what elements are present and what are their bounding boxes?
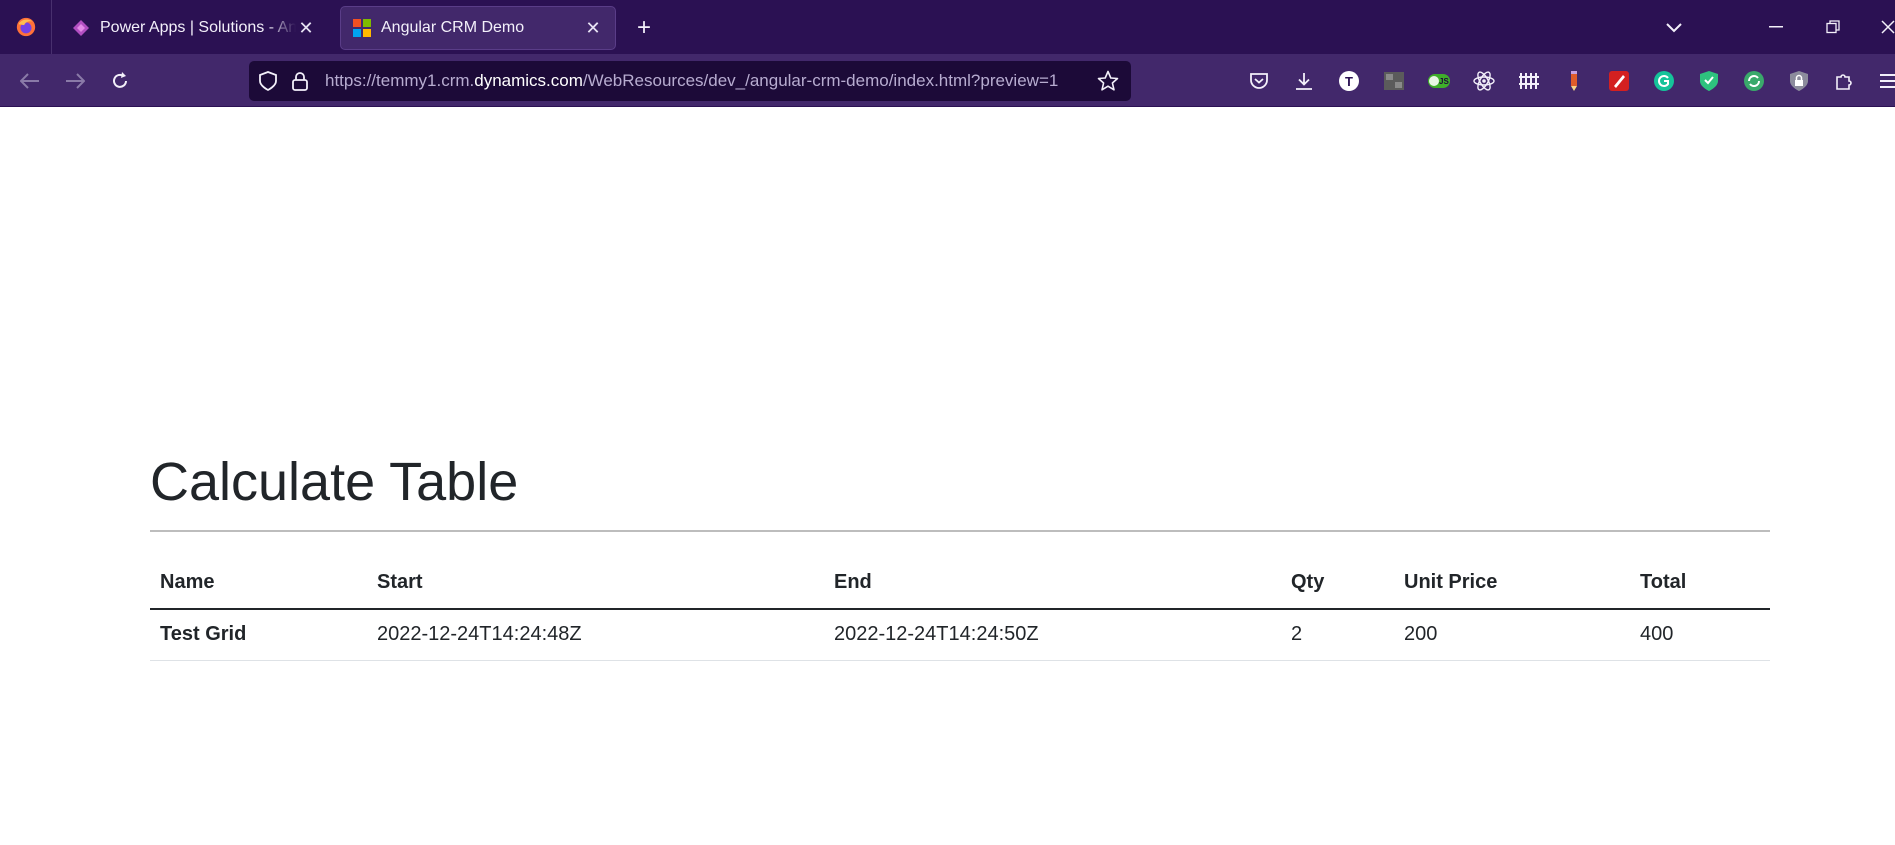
url-path: /WebResources/dev_/angular-crm-demo/inde… [582, 71, 1059, 90]
list-all-tabs-chevron-icon[interactable] [1660, 14, 1688, 42]
reload-icon[interactable] [104, 65, 136, 97]
tab-title: Power Apps | Solutions - Angular CRM Dem… [100, 19, 296, 36]
cell-end: 2022-12-24T14:24:50Z [824, 609, 1281, 661]
js-badge-label: JS [1439, 76, 1449, 86]
restore-icon[interactable] [1815, 10, 1851, 44]
microsoft-icon [353, 19, 371, 37]
tab-close-icon[interactable]: ✕ [583, 18, 603, 38]
lock-icon[interactable] [287, 68, 313, 94]
sync-extension-icon[interactable] [1740, 67, 1768, 95]
tab-power-apps-solutions[interactable]: Power Apps | Solutions - Angular CRM Dem… [60, 6, 328, 50]
downloads-icon[interactable] [1290, 67, 1318, 95]
url-text[interactable]: https://temmy1.crm.dynamics.com/WebResou… [325, 71, 1093, 91]
tab-close-icon[interactable]: ✕ [296, 18, 316, 38]
close-window-icon[interactable] [1870, 10, 1895, 44]
heading-divider [150, 530, 1770, 532]
cell-qty: 2 [1281, 609, 1394, 661]
cell-start: 2022-12-24T14:24:48Z [367, 609, 824, 661]
js-toggle-extension-icon[interactable]: JS [1425, 67, 1453, 95]
t-badge-label: T [1345, 73, 1353, 89]
pencil-extension-icon[interactable] [1560, 67, 1588, 95]
vue-shield-extension-icon[interactable] [1695, 67, 1723, 95]
table-header-row: Name Start End Qty Unit Price Total [150, 557, 1770, 610]
react-devtools-icon[interactable] [1470, 67, 1498, 95]
bookmark-star-icon[interactable] [1093, 66, 1123, 96]
calculate-table: Name Start End Qty Unit Price Total Test… [150, 557, 1770, 661]
pocket-icon[interactable] [1245, 67, 1273, 95]
minimize-icon[interactable] [1758, 10, 1794, 44]
url-domain: dynamics.com [474, 71, 583, 90]
cell-total: 400 [1630, 609, 1770, 661]
grid-extension-icon[interactable] [1380, 67, 1408, 95]
browser-tab-strip: Power Apps | Solutions - Angular CRM Dem… [0, 0, 1895, 54]
page-content: Calculate Table Name Start End Qty Unit … [0, 107, 1895, 845]
hamburger-menu-icon[interactable] [1875, 67, 1895, 95]
cell-name: Test Grid [150, 609, 367, 661]
address-bar[interactable]: https://temmy1.crm.dynamics.com/WebResou… [249, 61, 1131, 101]
grammarly-icon[interactable] [1650, 67, 1678, 95]
forward-arrow-icon[interactable] [59, 65, 91, 97]
cell-unit-price: 200 [1394, 609, 1630, 661]
red-pen-extension-icon[interactable] [1605, 67, 1633, 95]
tab-angular-crm-demo[interactable]: Angular CRM Demo ✕ [340, 6, 616, 50]
page-title: Calculate Table [150, 452, 519, 512]
tab-title: Angular CRM Demo [381, 19, 525, 36]
new-tab-plus-icon[interactable]: + [630, 14, 658, 42]
column-header-end: End [824, 557, 1281, 610]
fence-extension-icon[interactable] [1515, 67, 1543, 95]
back-arrow-icon[interactable] [14, 65, 46, 97]
column-header-qty: Qty [1281, 557, 1394, 610]
column-header-name: Name [150, 557, 367, 610]
privacy-lock-extension-icon[interactable] [1785, 67, 1813, 95]
column-header-total: Total [1630, 557, 1770, 610]
extensions-puzzle-icon[interactable] [1830, 67, 1858, 95]
column-header-unit-price: Unit Price [1394, 557, 1630, 610]
column-header-start: Start [367, 557, 824, 610]
power-apps-icon [73, 20, 89, 36]
tracking-protection-shield-icon[interactable] [255, 68, 281, 94]
browser-toolbar: https://temmy1.crm.dynamics.com/WebResou… [0, 54, 1895, 107]
firefox-menu-icon[interactable] [0, 0, 52, 54]
t-extension-icon[interactable]: T [1335, 67, 1363, 95]
table-row: Test Grid 2022-12-24T14:24:48Z 2022-12-2… [150, 609, 1770, 661]
url-prefix: https://temmy1.crm. [325, 71, 475, 90]
